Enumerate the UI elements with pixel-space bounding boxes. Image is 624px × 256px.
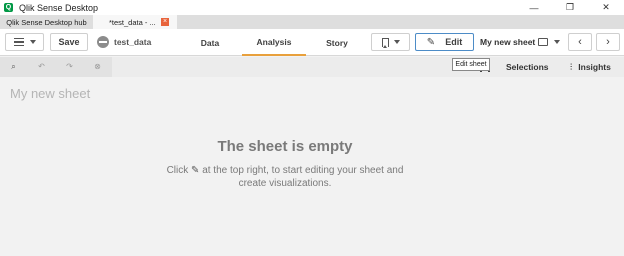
sheet-title[interactable]: My new sheet — [10, 86, 90, 101]
empty-text-before: Click — [166, 165, 189, 176]
tab-data[interactable]: Data — [178, 29, 242, 56]
step-back-icon[interactable]: ↶ — [36, 61, 47, 72]
window-controls: — ❐ ✕ — [516, 0, 624, 15]
window-titlebar: Q Qlik Sense Desktop — ❐ ✕ — [0, 0, 624, 15]
clear-selections-icon[interactable]: ⊗ — [92, 61, 103, 72]
empty-state-title: The sheet is empty — [217, 138, 353, 155]
close-window-button[interactable]: ✕ — [588, 0, 624, 15]
restore-button[interactable]: ❐ — [552, 0, 588, 15]
selections-label: Selections — [506, 62, 549, 72]
save-button[interactable]: Save — [50, 33, 88, 51]
hamburger-icon — [13, 38, 24, 46]
app-name: test_data — [114, 37, 152, 47]
bookmark-icon — [381, 37, 389, 48]
chevron-down-icon — [29, 40, 36, 44]
previous-sheet-button[interactable]: ‹ — [568, 33, 592, 51]
tab-strip: Qlik Sense Desktop hub *test_data - ... … — [0, 15, 624, 29]
step-forward-icon[interactable]: ↷ — [64, 61, 75, 72]
minimize-button[interactable]: — — [516, 0, 552, 15]
sheet-dropdown-icon[interactable] — [554, 40, 560, 44]
empty-text-after: at the top right, to start editing your … — [202, 165, 404, 176]
app-name-area: test_data — [97, 35, 151, 49]
smart-search-icon[interactable]: ⌕ — [8, 61, 19, 72]
chevron-down-icon — [393, 40, 400, 44]
next-sheet-button[interactable]: › — [596, 33, 620, 51]
qlik-app-icon: Q — [4, 3, 13, 12]
pencil-icon: ✎ — [191, 165, 200, 176]
selection-toolbar: ⌕ ↶ ↷ ⊗ Selections ⫶ Insights — [0, 57, 624, 77]
insights-label: Insights — [578, 62, 611, 72]
window-title: Qlik Sense Desktop — [19, 2, 99, 13]
globe-icon — [97, 36, 109, 48]
insights-icon: ⫶ — [570, 61, 573, 72]
tab-story[interactable]: Story — [306, 29, 368, 56]
global-menu-button[interactable] — [5, 33, 44, 51]
close-tab-icon[interactable]: × — [161, 18, 169, 26]
edit-sheet-tooltip: Edit sheet — [452, 58, 490, 71]
tab-analysis[interactable]: Analysis — [242, 29, 306, 56]
insights-button[interactable]: ⫶ Insights — [570, 57, 611, 77]
empty-state-text: Click ✎ at the top right, to start editi… — [0, 164, 570, 190]
tab-hub[interactable]: Qlik Sense Desktop hub — [0, 15, 93, 29]
pencil-icon: ✎ — [426, 36, 436, 48]
empty-text-line2: create visualizations. — [238, 178, 332, 189]
selections-button[interactable]: Selections — [480, 57, 549, 77]
main-toolbar: Save test_data Data Analysis Story ✎ Edi… — [0, 29, 624, 56]
sheet-icon[interactable] — [538, 38, 548, 46]
selection-tools: ⌕ ↶ ↷ ⊗ — [0, 57, 112, 77]
edit-button-label: Edit — [445, 37, 463, 47]
current-sheet-name[interactable]: My new sheet — [480, 37, 535, 47]
bookmarks-button[interactable] — [371, 33, 410, 51]
edit-sheet-button[interactable]: ✎ Edit — [415, 33, 474, 51]
